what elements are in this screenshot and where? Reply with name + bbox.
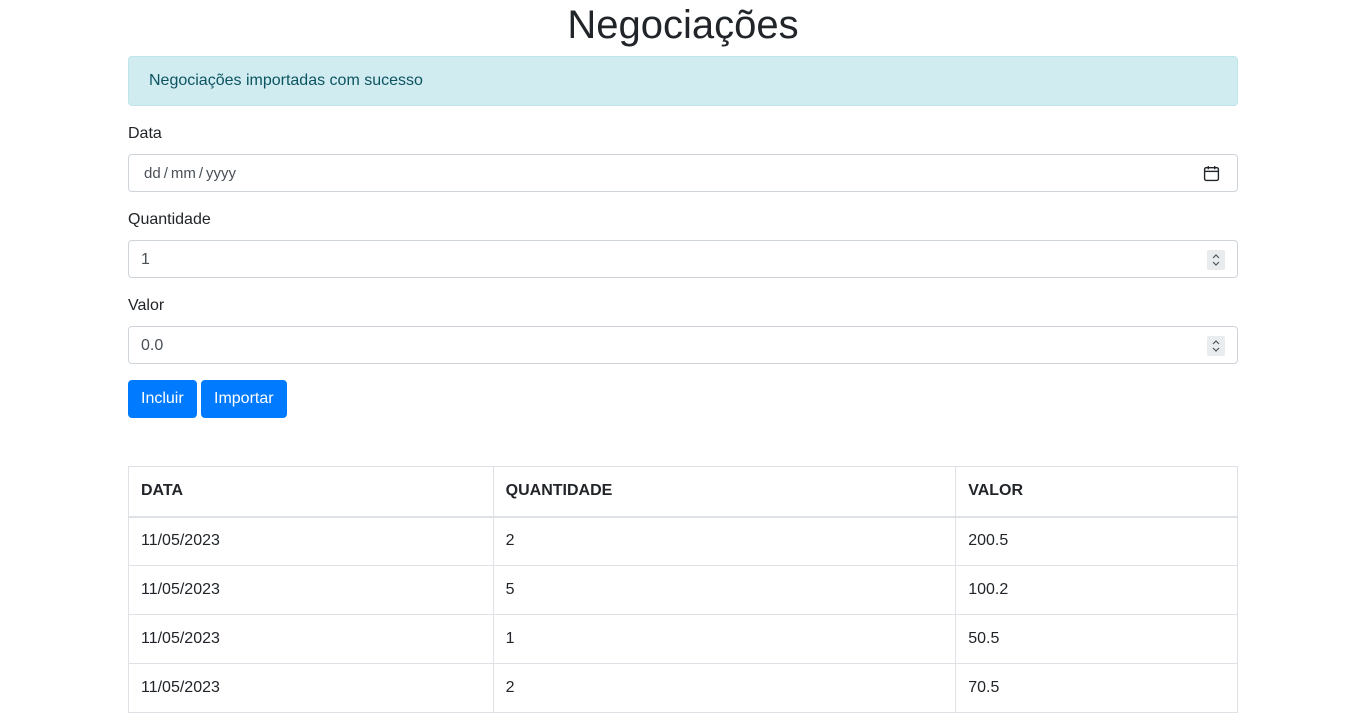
- date-month[interactable]: mm: [171, 165, 196, 182]
- cell-valor: 100.2: [955, 565, 1238, 615]
- date-separator: /: [163, 165, 168, 182]
- table-row: 11/05/2023 1 50.5: [128, 614, 1238, 664]
- table-row: 11/05/2023 5 100.2: [128, 565, 1238, 615]
- cell-valor: 50.5: [955, 614, 1238, 664]
- valor-input[interactable]: 0.0: [128, 326, 1238, 364]
- cell-data: 11/05/2023: [128, 516, 494, 566]
- cell-quantidade: 5: [492, 565, 957, 615]
- date-placeholder: dd / mm / yyyy: [144, 155, 236, 193]
- table-row: 11/05/2023 2 70.5: [128, 663, 1238, 713]
- valor-label: Valor: [128, 297, 165, 314]
- cell-quantidade: 1: [492, 614, 957, 664]
- quantidade-value: 1: [141, 251, 150, 268]
- date-input[interactable]: dd / mm / yyyy: [128, 154, 1238, 192]
- page-title: Negociações: [567, 3, 799, 47]
- cell-data: 11/05/2023: [128, 614, 494, 664]
- table-header-row: DATA QUANTIDADE VALOR: [128, 466, 1238, 518]
- date-separator: /: [198, 165, 204, 182]
- incluir-button[interactable]: Incluir: [128, 380, 197, 418]
- valor-value: 0.0: [141, 337, 164, 354]
- cell-data: 11/05/2023: [128, 565, 494, 615]
- cell-valor: 70.5: [955, 663, 1238, 713]
- cell-data: 11/05/2023: [128, 663, 494, 713]
- cell-valor: 200.5: [955, 516, 1238, 566]
- cell-quantidade: 2: [492, 516, 957, 566]
- date-day[interactable]: dd: [144, 165, 161, 182]
- cell-quantidade: 2: [492, 663, 957, 713]
- header-valor: VALOR: [955, 466, 1238, 518]
- table-row: 11/05/2023 2 200.5: [128, 516, 1238, 566]
- header-data: DATA: [128, 466, 494, 518]
- quantidade-label: Quantidade: [128, 211, 211, 228]
- data-label: Data: [128, 125, 162, 142]
- header-quantidade: QUANTIDADE: [492, 466, 957, 518]
- negociacoes-table: DATA QUANTIDADE VALOR 11/05/2023 2 200.5…: [128, 466, 1238, 713]
- date-year[interactable]: yyyy: [206, 165, 236, 182]
- valor-spinner[interactable]: [1207, 336, 1225, 356]
- calendar-icon[interactable]: [1203, 165, 1220, 182]
- main-container: Negociações Negociações importadas com s…: [128, 0, 1238, 713]
- importar-button[interactable]: Importar: [201, 380, 287, 418]
- quantidade-spinner[interactable]: [1207, 250, 1225, 270]
- success-alert: Negociações importadas com sucesso: [128, 56, 1238, 106]
- spinner-icon: [1212, 254, 1220, 266]
- spinner-icon: [1212, 340, 1220, 352]
- quantidade-input[interactable]: 1: [128, 240, 1238, 278]
